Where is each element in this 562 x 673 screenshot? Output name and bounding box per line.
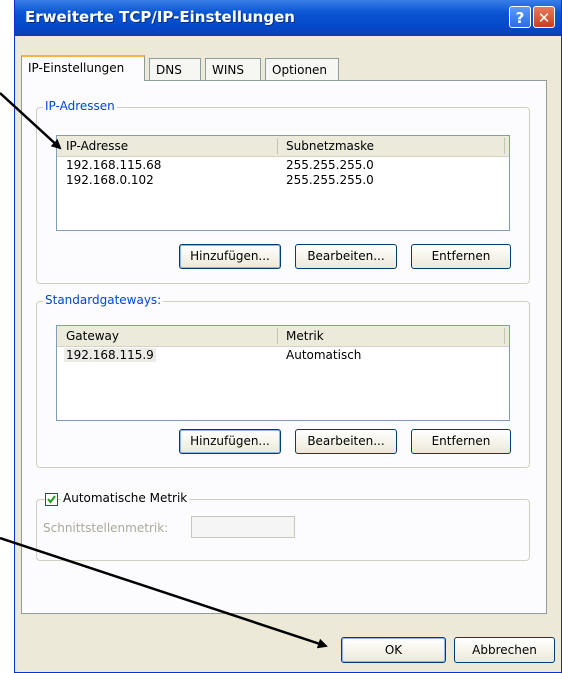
arrow-to-ip-address (0, 92, 62, 150)
tab-ip-settings[interactable]: IP-Einstellungen (21, 55, 145, 81)
annotation-arrows (0, 92, 328, 649)
arrow-to-ok-button (0, 536, 328, 649)
